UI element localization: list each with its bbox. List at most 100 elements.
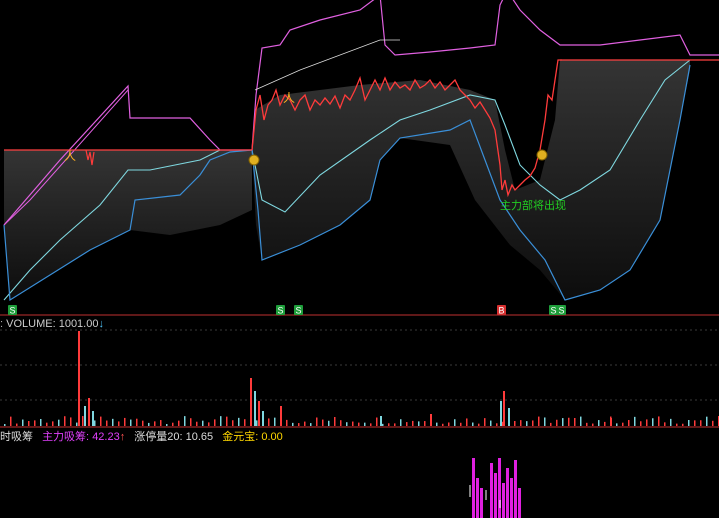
volume-bar: [286, 419, 288, 426]
volume-bar: [646, 419, 648, 426]
volume-bar: [16, 423, 18, 426]
volume-bar: [298, 423, 300, 426]
volume-bar: [214, 419, 216, 426]
volume-bar: [503, 391, 505, 426]
volume-label: VOLUME:: [6, 318, 56, 330]
volume-bar: [268, 418, 270, 426]
volume-bar: [250, 378, 252, 426]
price-annotation: 主力部将出现: [500, 200, 566, 212]
volume-bar: [208, 422, 210, 426]
sell-marker-label: S: [9, 306, 15, 316]
buy-marker-label: B: [498, 306, 504, 316]
volume-bar: [292, 422, 294, 426]
gold-ingot-value: 0.00: [261, 431, 283, 443]
volume-bar: [532, 420, 534, 426]
volume-arrow: ↓: [98, 318, 104, 330]
sell-marker-label: S: [558, 306, 564, 316]
volume-bar: [40, 418, 42, 426]
volume-bar: [310, 423, 312, 426]
volume-bar: [490, 420, 492, 426]
volume-bar: [658, 416, 660, 426]
volume-bar: [520, 420, 522, 426]
coin-icon: [536, 149, 548, 161]
volume-bar: [202, 420, 204, 426]
volume-bar: [226, 416, 228, 426]
volume-header: : VOLUME: 1001.00↓: [0, 318, 104, 330]
indicator-bar: [472, 458, 475, 518]
volume-bar: [466, 418, 468, 426]
limit-vol-label: 涨停量20:: [134, 431, 183, 443]
volume-bar: [64, 416, 66, 426]
indicator-bar: [506, 468, 509, 518]
volume-bar: [190, 418, 192, 426]
band-fill-right: [252, 60, 690, 300]
volume-bar: [70, 417, 72, 426]
volume-bar: [562, 418, 564, 426]
volume-bar: [358, 422, 360, 426]
volume-bar: [4, 424, 6, 426]
volume-bar: [556, 419, 558, 426]
main-absorb-arrow: ↑: [119, 431, 126, 443]
volume-bar: [712, 420, 714, 426]
indicator-name: 时吸筹: [0, 431, 33, 443]
volume-bar: [472, 422, 474, 426]
volume-bar: [258, 401, 260, 426]
volume-bar: [610, 418, 612, 426]
volume-bar: [244, 419, 246, 426]
volume-bar: [334, 417, 336, 426]
indicator-bar: [518, 488, 521, 518]
volume-bar: [340, 420, 342, 426]
volume-bar: [400, 419, 402, 426]
volume-bar: [376, 417, 378, 426]
volume-bar: [412, 420, 414, 426]
volume-bar: [688, 420, 690, 426]
volume-bar: [652, 418, 654, 426]
volume-bar: [568, 417, 570, 426]
volume-bar: [154, 421, 156, 426]
volume-bar: [262, 411, 264, 426]
volume-bar: [436, 422, 438, 426]
volume-bar: [22, 419, 24, 426]
volume-bar: [220, 416, 222, 426]
volume-bar: [106, 420, 108, 426]
volume-bar: [706, 416, 708, 426]
volume-bar: [46, 422, 48, 426]
volume-bar: [700, 420, 702, 426]
volume-bar: [76, 422, 78, 426]
volume-bar: [160, 420, 162, 426]
volume-bar: [634, 416, 636, 426]
volume-bar: [500, 401, 502, 426]
volume-bar: [166, 423, 168, 426]
volume-bar: [478, 423, 480, 426]
volume-bar: [304, 421, 306, 426]
indicator-bar: [502, 483, 505, 518]
volume-bar: [586, 422, 588, 426]
volume-bar: [394, 423, 396, 426]
volume-bar: [538, 416, 540, 426]
volume-bar: [78, 331, 80, 426]
volume-bar: [682, 423, 684, 426]
volume-bar: [640, 421, 642, 426]
volume-bar: [322, 419, 324, 426]
indicator-item-main-absorb: 主力吸筹: 42.23↑: [42, 431, 128, 443]
volume-bar: [238, 417, 240, 426]
volume-bar: [526, 421, 528, 426]
volume-bar: [352, 421, 354, 426]
volume-bar: [580, 416, 582, 426]
stock-chart: 人人SSSSSB : VOLUME: 1001.00↓ 时吸筹 主力吸筹: 42…: [0, 0, 719, 518]
volume-bar: [28, 421, 30, 426]
volume-bar: [100, 416, 102, 426]
volume-bar: [196, 421, 198, 426]
main-absorb-label: 主力吸筹:: [42, 431, 90, 443]
volume-bar: [514, 420, 516, 426]
sell-marker-label: S: [550, 306, 556, 316]
volume-bar: [442, 423, 444, 426]
volume-bar: [112, 418, 114, 426]
volume-bar: [84, 406, 86, 426]
volume-bar: [316, 417, 318, 426]
indicator-bar: [498, 458, 501, 518]
volume-bar: [280, 406, 282, 426]
volume-bar: [406, 422, 408, 426]
sell-marker-label: S: [277, 306, 283, 316]
volume-bar: [118, 421, 120, 426]
